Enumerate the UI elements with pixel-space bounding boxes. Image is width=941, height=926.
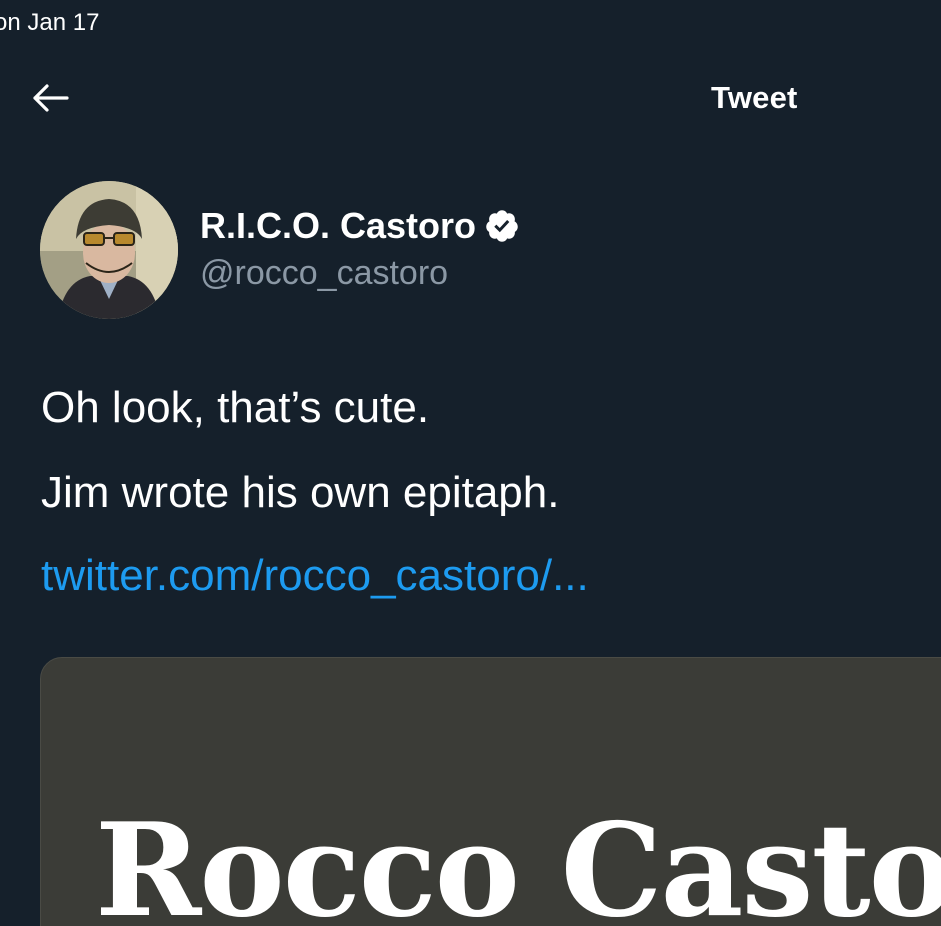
status-bar-time: on Jan 17	[0, 9, 100, 36]
author-handle[interactable]: @rocco_castoro	[200, 254, 448, 293]
avatar-photo	[40, 181, 178, 319]
author-name[interactable]: R.I.C.O. Castoro	[200, 205, 476, 247]
media-card[interactable]: Rocco Castoro	[40, 657, 941, 926]
avatar[interactable]	[40, 181, 178, 319]
author-name-row[interactable]: R.I.C.O. Castoro	[200, 205, 520, 247]
arrow-left-icon	[33, 84, 69, 112]
tweet-text-line-1: Oh look, that’s cute.	[41, 383, 430, 432]
back-button[interactable]	[28, 78, 72, 118]
tweet-link[interactable]: twitter.com/rocco_castoro/...	[41, 551, 589, 601]
page-title: Tweet	[711, 80, 798, 115]
tweet-detail-screen: on Jan 17 Tweet R.I.C.O. Castoro @rocco_…	[0, 0, 941, 926]
tweet-text-line-2: Jim wrote his own epitaph.	[41, 468, 560, 517]
verified-badge-icon	[486, 210, 518, 242]
media-card-text: Rocco Castoro	[95, 796, 941, 926]
